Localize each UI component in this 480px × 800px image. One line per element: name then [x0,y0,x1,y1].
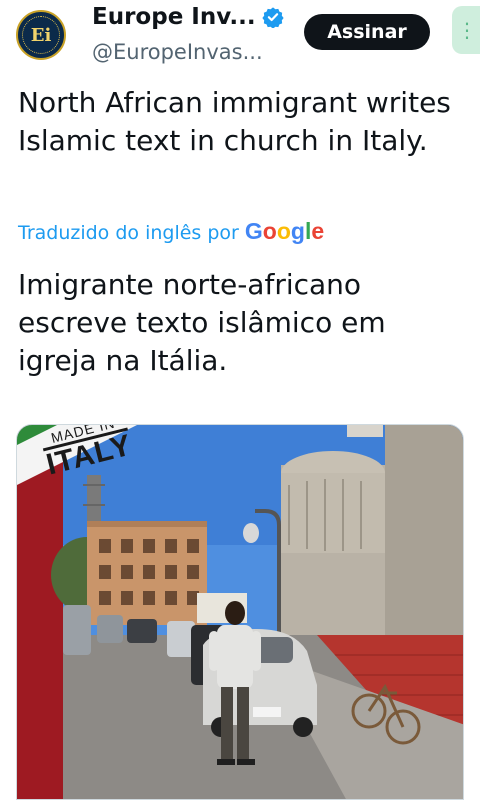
tweet-video-thumbnail[interactable]: MADE IN ITALY [16,424,464,800]
translation-attribution[interactable]: Traduzido do inglês por Google [18,218,324,245]
author-handle[interactable]: @EuropeInvas... [92,40,263,64]
tweet-header: Ei Europe Inv... @EuropeInvas... Assinar… [0,0,480,80]
google-letter-3: o [276,218,291,244]
tweet-translated-text: Imigrante norte-africano escreve texto i… [18,268,386,377]
translation-label[interactable]: Traduzido do inglês por [18,222,239,244]
follow-button[interactable]: Assinar [304,14,430,50]
video-frame-illustration [17,425,463,799]
google-letter-2: o [262,218,277,244]
author-avatar[interactable]: Ei [16,10,66,60]
more-dots-icon: ⋮ [457,18,477,42]
author-name-row[interactable]: Europe Inv... [92,4,284,30]
google-logo: Google [245,218,324,245]
more-options-button[interactable]: ⋮ [452,6,480,54]
avatar-star-ring [22,16,60,54]
google-letter-4: g [290,218,305,244]
google-letter-1: G [244,218,263,244]
verified-badge-icon [261,7,284,28]
tweet-original-text: North African immigrant writes Islamic t… [18,86,451,157]
author-display-name[interactable]: Europe Inv... [92,4,256,30]
google-letter-6: e [311,218,325,244]
